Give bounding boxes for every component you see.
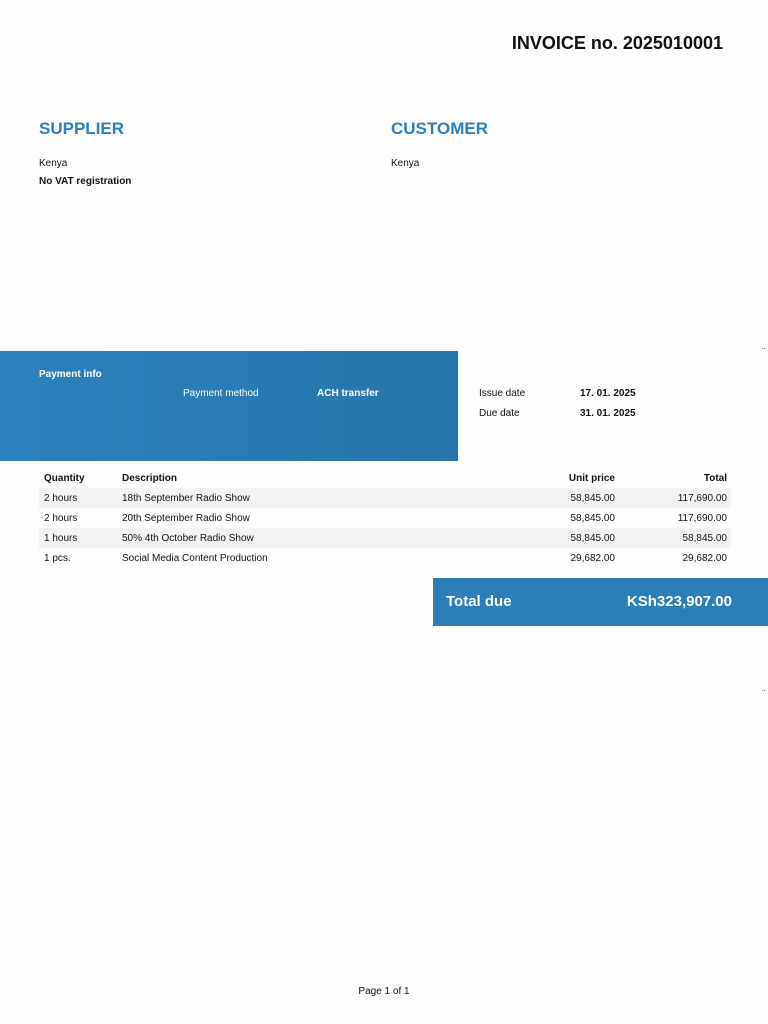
cell-unit-price: 58,845.00 bbox=[570, 512, 616, 524]
cell-description: 20th September Radio Show bbox=[122, 512, 250, 524]
table-row: 2 hours 20th September Radio Show 58,845… bbox=[39, 508, 731, 528]
due-date-value: 31. 01. 2025 bbox=[580, 408, 636, 419]
page-number: Page 1 of 1 bbox=[358, 986, 410, 997]
supplier-country: Kenya bbox=[39, 158, 68, 169]
table-row: 1 hours 50% 4th October Radio Show 58,84… bbox=[39, 528, 731, 548]
payment-method-label: Payment method bbox=[183, 388, 259, 399]
cell-quantity: 2 hours bbox=[44, 512, 78, 524]
cell-quantity: 2 hours bbox=[44, 492, 78, 504]
cell-total: 29,682.00 bbox=[682, 552, 728, 564]
payment-info-heading: Payment info bbox=[39, 369, 102, 380]
payment-method-value: ACH transfer bbox=[317, 388, 379, 399]
issue-date-label: Issue date bbox=[479, 388, 526, 399]
cell-total: 117,690.00 bbox=[677, 512, 727, 524]
cell-total: 58,845.00 bbox=[682, 532, 728, 544]
table-header: Quantity Description Unit price Total bbox=[39, 468, 731, 488]
customer-heading: CUSTOMER bbox=[391, 119, 488, 138]
header-description: Description bbox=[122, 472, 178, 484]
cell-description: 50% 4th October Radio Show bbox=[122, 532, 254, 544]
issue-date-value: 17. 01. 2025 bbox=[580, 388, 636, 399]
cell-quantity: 1 hours bbox=[44, 532, 78, 544]
supplier-vat: No VAT registration bbox=[39, 176, 132, 187]
fold-mark: .. bbox=[761, 684, 766, 693]
supplier-heading: SUPPLIER bbox=[39, 119, 125, 138]
due-date-label: Due date bbox=[479, 408, 520, 419]
table-row: 2 hours 18th September Radio Show 58,845… bbox=[39, 488, 731, 508]
cell-total: 117,690.00 bbox=[677, 492, 727, 504]
items-table: Quantity Description Unit price Total 2 … bbox=[39, 468, 731, 568]
payment-info-panel: Payment info Payment method ACH transfer bbox=[0, 351, 458, 461]
cell-description: 18th September Radio Show bbox=[122, 492, 250, 504]
fold-mark: .. bbox=[761, 342, 766, 351]
header-quantity: Quantity bbox=[44, 472, 85, 484]
cell-unit-price: 29,682.00 bbox=[570, 552, 616, 564]
total-due-label: Total due bbox=[446, 593, 512, 610]
total-due-value: KSh323,907.00 bbox=[626, 593, 732, 610]
cell-unit-price: 58,845.00 bbox=[570, 492, 616, 504]
cell-description: Social Media Content Production bbox=[122, 552, 268, 564]
cell-quantity: 1 pcs. bbox=[44, 552, 71, 564]
header-total: Total bbox=[703, 472, 727, 484]
total-due-box: Total due KSh323,907.00 bbox=[433, 578, 768, 626]
cell-unit-price: 58,845.00 bbox=[570, 532, 616, 544]
invoice-title: INVOICE no. 2025010001 bbox=[511, 33, 723, 53]
header-unit-price: Unit price bbox=[568, 472, 615, 484]
table-row: 1 pcs. Social Media Content Production 2… bbox=[39, 548, 731, 568]
customer-country: Kenya bbox=[391, 158, 420, 169]
